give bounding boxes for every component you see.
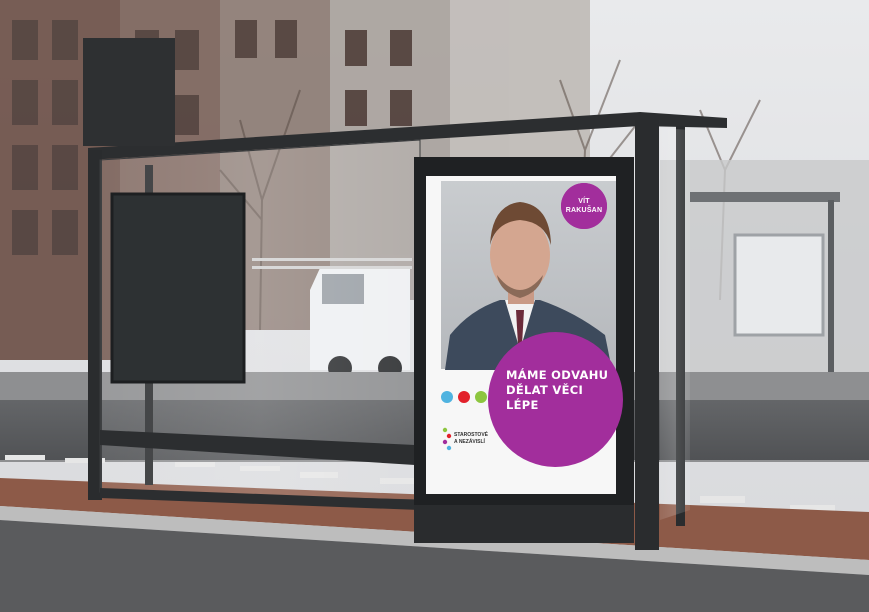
- candidate-last-name: RAKUŠAN: [565, 207, 603, 214]
- slogan-line-2: DĚLAT VĚCI: [506, 383, 584, 397]
- slogan-line-3: LÉPE: [506, 398, 539, 412]
- party-logo-text: STAROSTOVÉ A NEZÁVISLÍ: [454, 432, 488, 446]
- roof-box: [83, 38, 175, 146]
- slogan-line-1: MÁME ODVAHU: [506, 368, 609, 382]
- poster-case-base: [414, 505, 634, 543]
- candidate-name-badge: VÍT RAKUŠAN: [561, 183, 607, 229]
- candidate-first-name: VÍT: [578, 198, 590, 205]
- dot-red: [458, 391, 470, 403]
- dot-green: [475, 391, 487, 403]
- dot-blue: [441, 391, 453, 403]
- party-name-line-1: STAROSTOVÉ: [454, 432, 488, 438]
- bus-stop-scene: VÍT RAKUŠAN MÁME ODVAHU DĚLAT VĚCI LÉPE …: [0, 0, 869, 612]
- info-board: [110, 192, 246, 384]
- scene-illustration: [0, 0, 869, 612]
- poster-slogan: MÁME ODVAHU DĚLAT VĚCI LÉPE: [506, 368, 616, 413]
- party-name-line-2: A NEZÁVISLÍ: [454, 439, 485, 445]
